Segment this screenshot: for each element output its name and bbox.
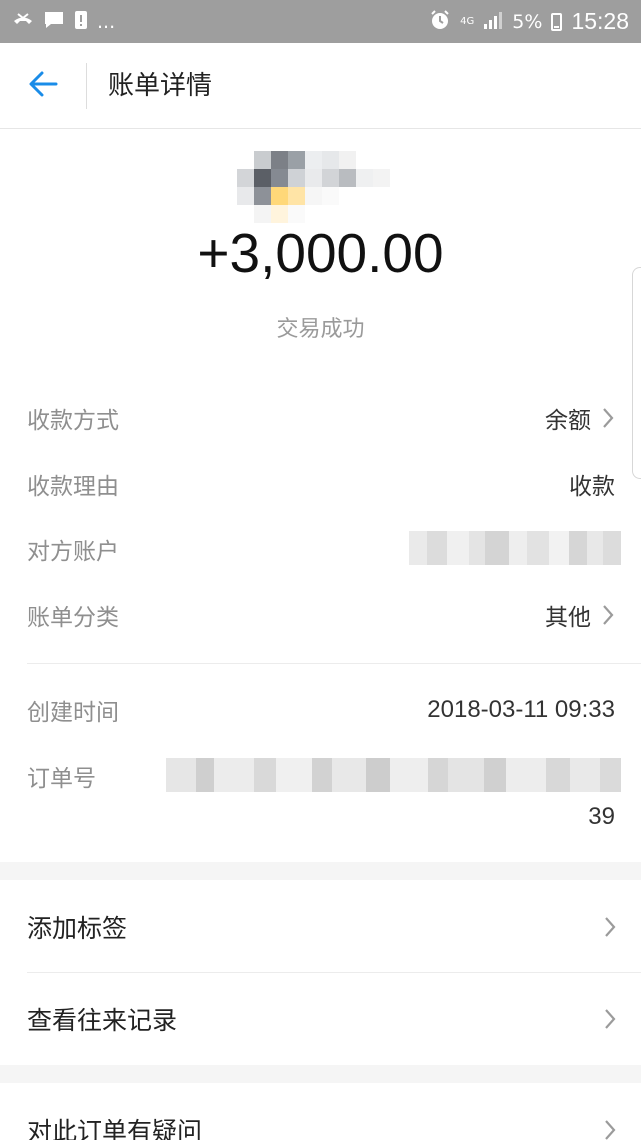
bill-summary-card: +3,000.00 交易成功 收款方式 余额 收款理由 收款 对方账户 账单分类… <box>0 129 641 862</box>
actions-card: 添加标签 查看往来记录 <box>0 880 641 1065</box>
detail-label: 收款理由 <box>27 474 119 500</box>
add-tag-label: 添加标签 <box>27 914 128 943</box>
detail-value-text: 收款 <box>569 474 615 500</box>
status-bar: ... 4G 5% 15:28 <box>0 0 641 43</box>
add-tag-button[interactable]: 添加标签 <box>27 902 617 952</box>
signal-icon <box>483 10 503 34</box>
message-icon <box>43 10 65 34</box>
chevron-right-icon <box>603 1007 617 1031</box>
section-divider <box>27 663 641 664</box>
detail-value: 余额 <box>545 401 615 435</box>
transaction-status: 交易成功 <box>276 317 365 342</box>
missed-call-icon <box>12 11 34 33</box>
chevron-right-icon <box>603 1118 617 1140</box>
counterparty-avatar <box>237 151 407 223</box>
detail-value: 其他 <box>545 598 615 632</box>
counterparty-account-redacted <box>409 531 621 565</box>
menu-divider <box>27 972 641 973</box>
view-history-button[interactable]: 查看往来记录 <box>27 994 617 1044</box>
status-time: 15:28 <box>571 8 629 34</box>
detail-value: 收款 <box>569 467 615 501</box>
edge-panel-handle[interactable] <box>632 267 641 479</box>
order-question-button[interactable]: 对此订单有疑问 <box>27 1105 617 1140</box>
detail-label: 收款方式 <box>27 408 119 434</box>
alarm-icon <box>429 9 451 35</box>
order-number-redacted <box>166 758 621 792</box>
detail-label: 对方账户 <box>27 539 119 565</box>
detail-label: 创建时间 <box>27 700 119 726</box>
chevron-right-icon <box>601 603 615 627</box>
order-question-label: 对此订单有疑问 <box>27 1117 203 1140</box>
transaction-amount: +3,000.00 <box>197 222 444 284</box>
view-history-label: 查看往来记录 <box>27 1006 178 1035</box>
detail-label: 订单号 <box>27 766 96 792</box>
chevron-right-icon <box>603 915 617 939</box>
order-number-tail-row: 39 <box>27 797 615 837</box>
battery-icon <box>551 12 563 31</box>
arrow-left-icon <box>28 71 58 101</box>
detail-row-reason: 收款理由 收款 <box>27 464 615 504</box>
title-bar: 账单详情 <box>0 43 641 129</box>
detail-row-created-time: 创建时间 2018-03-11 09:33 <box>27 690 615 730</box>
title-divider <box>86 63 87 109</box>
notification-icon <box>74 10 88 34</box>
chevron-right-icon <box>601 406 615 430</box>
detail-value: 2018-03-11 09:33 <box>427 696 615 723</box>
question-card: 对此订单有疑问 <box>0 1083 641 1140</box>
page-title: 账单详情 <box>108 71 213 101</box>
status-bar-left: ... <box>12 10 115 34</box>
detail-value-text: 余额 <box>545 408 591 434</box>
detail-row-payment-method[interactable]: 收款方式 余额 <box>27 398 615 438</box>
detail-label: 账单分类 <box>27 605 119 631</box>
battery-percent: 5% <box>512 10 543 33</box>
detail-row-category[interactable]: 账单分类 其他 <box>27 595 615 635</box>
order-number-tail: 39 <box>588 803 615 830</box>
status-bar-more: ... <box>97 10 116 33</box>
detail-value-text: 其他 <box>545 605 591 631</box>
network-type: 4G <box>460 16 475 27</box>
back-button[interactable] <box>18 63 68 109</box>
status-bar-right: 4G 5% 15:28 <box>429 8 629 35</box>
